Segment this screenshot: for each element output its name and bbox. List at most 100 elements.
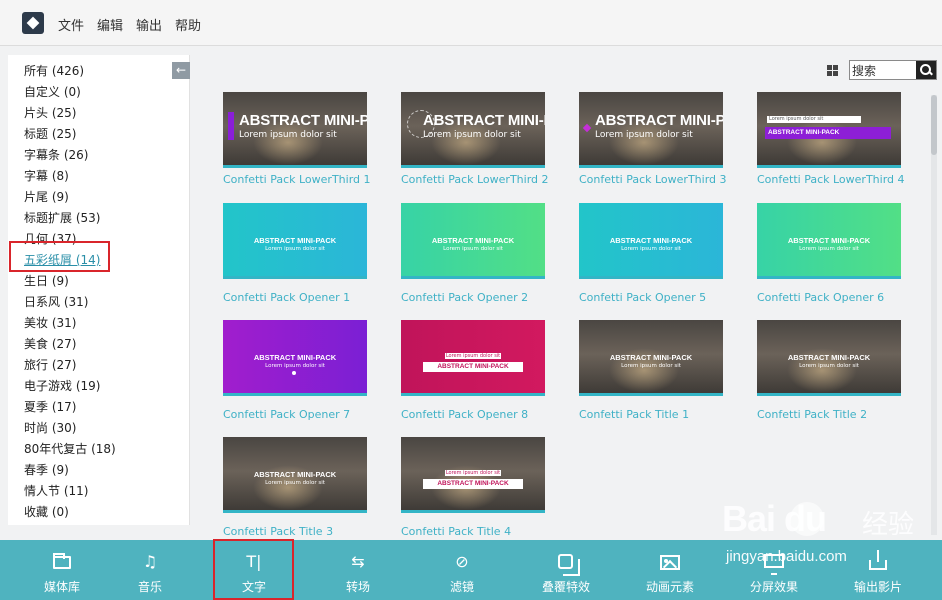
template-label: Confetti Pack Title 4 <box>401 525 512 538</box>
category-credits[interactable]: 片尾 (9) <box>24 188 69 205</box>
thumbnail-subtitle: Lorem ipsum dolor sit <box>767 116 861 123</box>
category-spring[interactable]: 春季 (9) <box>24 461 69 478</box>
thumbnail-subtitle: Lorem ipsum dolor sit <box>445 353 501 359</box>
tool-label: 输出影片 <box>853 580 902 594</box>
template-label: Confetti Pack Opener 6 <box>757 291 885 304</box>
template-thumbnail: Lorem ipsum dolor sit ABSTRACT MINI-PACK <box>401 320 545 396</box>
category-sidebar: ← 所有 (426) 自定义 (0) 片头 (25) 标题 (25) 字幕条 (… <box>8 55 190 525</box>
category-video-games[interactable]: 电子游戏 (19) <box>24 377 100 394</box>
category-lower-thirds[interactable]: 字幕条 (26) <box>24 146 88 163</box>
tool-label: 分屏效果 <box>749 580 798 594</box>
tool-media-library[interactable]: 媒体库 <box>12 540 112 600</box>
thumbnail-subtitle: Lorem ipsum dolor sit <box>621 246 681 252</box>
template-card[interactable]: ABSTRACT MINI-PACK Lorem ipsum dolor sit… <box>223 437 367 552</box>
thumbnail-title: ABSTRACT MINI-PACK <box>253 470 337 479</box>
export-icon <box>867 550 889 572</box>
template-thumbnail: ABSTRACT MINI-PACK Lorem ipsum dolor sit <box>579 203 723 279</box>
collapse-sidebar-button[interactable]: ← <box>172 62 190 79</box>
template-card[interactable]: ABSTRACT MINI-PACK Lorem ipsum dolor sit… <box>757 203 901 318</box>
template-thumbnail: ABSTRACT MINI-PACK Lorem ipsum dolor sit <box>579 320 723 396</box>
category-titles[interactable]: 标题 (25) <box>24 125 76 142</box>
category-80s-retro[interactable]: 80年代复古 (18) <box>24 440 116 457</box>
thumbnail-subtitle: Lorem ipsum dolor sit <box>265 363 325 369</box>
menu-edit[interactable]: 编辑 <box>97 15 123 34</box>
search-input[interactable] <box>850 61 918 79</box>
selection-highlight-box <box>9 241 110 272</box>
tool-filters[interactable]: ⊘ 滤镜 <box>412 540 512 600</box>
tool-overlays[interactable]: 叠覆特效 <box>516 540 616 600</box>
template-card[interactable]: ABSTRACT MINI-PACK Lorem ipsum dolor sit… <box>579 320 723 435</box>
category-title-expansion[interactable]: 标题扩展 (53) <box>24 209 100 226</box>
template-label: Confetti Pack Opener 5 <box>579 291 707 304</box>
tool-music[interactable]: ♫ 音乐 <box>100 540 200 600</box>
thumbnail-subtitle: Lorem ipsum dolor sit <box>595 130 693 140</box>
thumbnail-subtitle: Lorem ipsum dolor sit <box>265 246 325 252</box>
selection-highlight-box <box>213 539 294 600</box>
template-thumbnail: ABSTRACT MINI-PACK Lorem ipsum dolor sit <box>401 92 545 168</box>
diamond-decoration <box>582 123 592 133</box>
category-all[interactable]: 所有 (426) <box>24 62 84 79</box>
template-card[interactable]: ABSTRACT MINI-PACK Lorem ipsum dolor sit… <box>401 203 545 318</box>
category-favorites[interactable]: 收藏 (0) <box>24 503 69 520</box>
tool-transitions[interactable]: ⇆ 转场 <box>308 540 408 600</box>
category-fashion[interactable]: 时尚 (30) <box>24 419 76 436</box>
category-subtitles[interactable]: 字幕 (8) <box>24 167 69 184</box>
music-note-icon: ♫ <box>142 552 158 571</box>
category-valentines[interactable]: 情人节 (11) <box>24 482 88 499</box>
menu-file[interactable]: 文件 <box>58 15 84 34</box>
image-icon <box>659 552 681 572</box>
thumbnail-title: ABSTRACT MINI-PACK <box>253 236 337 245</box>
tool-elements[interactable]: 动画元素 <box>620 540 720 600</box>
template-card[interactable]: Lorem ipsum dolor sit ABSTRACT MINI-PACK… <box>401 320 545 435</box>
template-card[interactable]: ABSTRACT MINI-PACK Lorem ipsum dolor sit… <box>223 203 367 318</box>
tool-export[interactable]: 输出影片 <box>828 540 928 600</box>
template-thumbnail: ABSTRACT MINI-PACK Lorem ipsum dolor sit <box>223 437 367 513</box>
tool-label: 音乐 <box>137 580 162 594</box>
template-card[interactable]: ABSTRACT MINI-PACK Lorem ipsum dolor sit… <box>401 92 549 207</box>
tool-label: 媒体库 <box>43 580 80 594</box>
category-birthday[interactable]: 生日 (9) <box>24 272 69 289</box>
filter-icon: ⊘ <box>455 552 469 571</box>
thumbnail-title: ABSTRACT MINI-PACK <box>253 353 337 362</box>
template-label: Confetti Pack LowerThird 1 <box>223 173 371 186</box>
tool-label: 叠覆特效 <box>541 580 590 594</box>
template-thumbnail: Lorem ipsum dolor sit ABSTRACT MINI-PACK <box>757 92 901 168</box>
template-card[interactable]: ABSTRACT MINI-PACK Lorem ipsum dolor sit… <box>579 203 723 318</box>
category-travel[interactable]: 旅行 (27) <box>24 356 76 373</box>
template-thumbnail: ABSTRACT MINI-PACK Lorem ipsum dolor sit <box>223 203 367 279</box>
thumbnail-title: ABSTRACT MINI-PACK <box>423 112 545 129</box>
thumbnail-subtitle: Lorem ipsum dolor sit <box>265 480 325 486</box>
template-thumbnail: Lorem ipsum dolor sit ABSTRACT MINI-PACK <box>401 437 545 513</box>
template-card[interactable]: Lorem ipsum dolor sit ABSTRACT MINI-PACK… <box>401 437 545 552</box>
thumbnail-subtitle: Lorem ipsum dolor sit <box>423 130 521 140</box>
template-label: Confetti Pack Title 1 <box>579 408 690 421</box>
template-card[interactable]: Lorem ipsum dolor sit ABSTRACT MINI-PACK… <box>757 92 905 207</box>
menu-bar: 文件 编辑 输出 帮助 <box>0 0 942 46</box>
menu-help[interactable]: 帮助 <box>175 15 201 34</box>
tool-split-screen[interactable]: 分屏效果 <box>724 540 824 600</box>
grid-view-icon[interactable] <box>827 65 838 76</box>
search-box <box>849 60 937 80</box>
tool-label: 动画元素 <box>645 580 694 594</box>
menu-export[interactable]: 输出 <box>136 15 162 34</box>
template-thumbnail: ABSTRACT MINI-PACK Lorem ipsum dolor sit <box>223 320 367 396</box>
template-card[interactable]: ABSTRACT MINI-PACK Lorem ipsum dolor sit… <box>579 92 727 207</box>
category-beauty[interactable]: 美妆 (31) <box>24 314 76 331</box>
thumbnail-title: ABSTRACT MINI-PACK <box>765 127 891 139</box>
category-opener[interactable]: 片头 (25) <box>24 104 76 121</box>
template-card[interactable]: ABSTRACT MINI-PACK Lorem ipsum dolor sit… <box>757 320 901 435</box>
category-japanese-style[interactable]: 日系风 (31) <box>24 293 88 310</box>
template-label: Confetti Pack LowerThird 3 <box>579 173 727 186</box>
template-thumbnail: ABSTRACT MINI-PACK Lorem ipsum dolor sit <box>223 92 367 168</box>
thumbnail-subtitle: Lorem ipsum dolor sit <box>799 363 859 369</box>
category-custom[interactable]: 自定义 (0) <box>24 83 81 100</box>
template-card[interactable]: ABSTRACT MINI-PACK Lorem ipsum dolor sit… <box>223 320 367 435</box>
scroll-thumb[interactable] <box>931 95 937 155</box>
search-icon[interactable] <box>916 61 936 79</box>
scrollbar[interactable] <box>931 95 937 535</box>
category-summer[interactable]: 夏季 (17) <box>24 398 76 415</box>
template-card[interactable]: ABSTRACT MINI-PACK Lorem ipsum dolor sit… <box>223 92 371 207</box>
template-label: Confetti Pack LowerThird 4 <box>757 173 905 186</box>
accent-bar <box>228 112 234 140</box>
category-food[interactable]: 美食 (27) <box>24 335 76 352</box>
